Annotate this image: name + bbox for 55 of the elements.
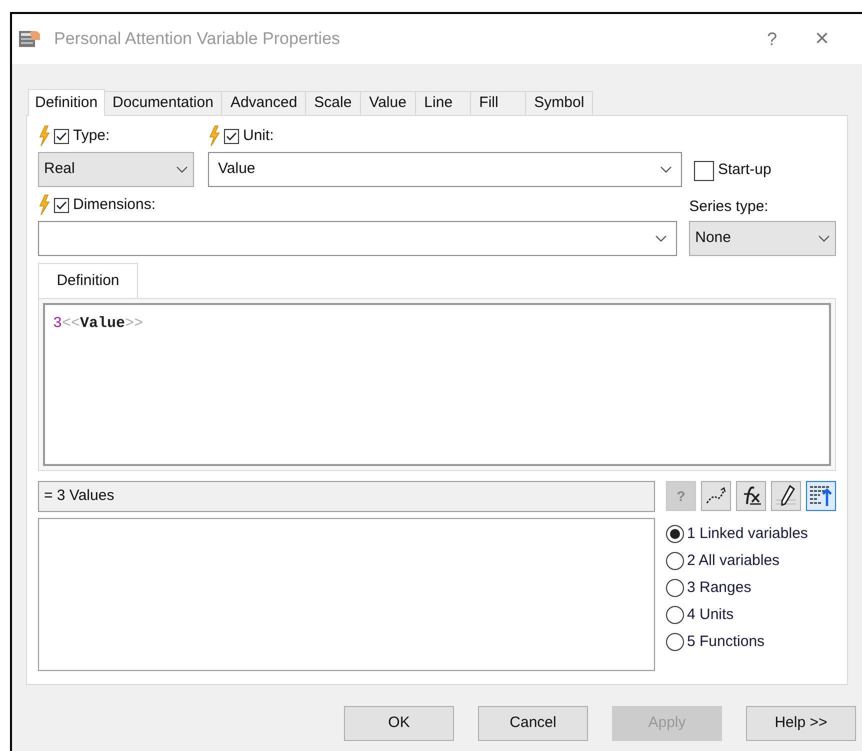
type-dropdown[interactable]: Real [38, 152, 194, 187]
result-field: = 3 Values [38, 481, 655, 512]
lightning-icon [38, 194, 50, 216]
code-editor[interactable]: 3<<Value>> [43, 303, 831, 466]
chevron-down-icon [176, 166, 188, 174]
checkbox[interactable] [224, 128, 239, 144]
tab[interactable]: Definition [28, 89, 105, 116]
unit-label: Unit: [243, 126, 274, 146]
help-icon: ? [676, 486, 686, 506]
pencil-button[interactable] [771, 481, 801, 511]
tab[interactable]: Documentation [104, 91, 222, 115]
tab[interactable]: Symbol [526, 91, 594, 115]
dimensions-dropdown[interactable] [38, 221, 678, 256]
chevron-down-icon [818, 234, 830, 242]
fx-button[interactable] [736, 481, 766, 511]
chevron-down-icon [660, 166, 672, 174]
series-type-label: Series type: [689, 196, 770, 216]
lightning-icon [38, 125, 50, 147]
tab[interactable]: Advanced [222, 91, 306, 115]
window-title: Personal Attention Variable Properties [54, 28, 340, 50]
close-button[interactable]: × [802, 21, 842, 57]
format-icon [808, 484, 834, 508]
dimensions-label: Dimensions: [73, 194, 156, 215]
format-button[interactable] [806, 481, 836, 511]
radio-button[interactable] [666, 633, 684, 651]
series-type-dropdown[interactable]: None [689, 221, 836, 256]
chevron-down-icon [655, 234, 668, 242]
dialog-button[interactable]: OK [344, 706, 454, 741]
pencil-icon [774, 484, 798, 508]
curve-icon [705, 486, 727, 506]
tab[interactable]: Value [361, 91, 416, 115]
tab[interactable]: Line [416, 91, 472, 115]
lightning-icon [208, 125, 220, 147]
tab[interactable]: Scale [306, 91, 362, 115]
tab[interactable]: Fill [471, 91, 526, 115]
dialog-button[interactable]: Help >> [746, 706, 856, 741]
unit-dropdown[interactable]: Value [208, 152, 682, 187]
radio-label[interactable]: 2 All variables [687, 550, 780, 572]
radio-label[interactable]: 5 Functions [687, 630, 765, 654]
radio-label[interactable]: 3 Ranges [687, 576, 752, 600]
help-button[interactable]: ? [752, 26, 792, 52]
radio-label[interactable]: 4 Units [687, 604, 734, 626]
radio-label[interactable]: 1 Linked variables [687, 522, 808, 546]
dialog-button[interactable]: Cancel [478, 706, 588, 741]
radio-button[interactable] [666, 525, 684, 543]
curve-button[interactable] [701, 481, 731, 511]
radio-button[interactable] [666, 606, 684, 624]
checkbox[interactable] [694, 161, 714, 181]
checkbox[interactable] [54, 128, 69, 144]
checkbox[interactable] [54, 198, 69, 212]
radio-button[interactable] [666, 552, 684, 570]
type-label: Type: [73, 126, 110, 146]
radio-button[interactable] [666, 579, 684, 597]
startup-label: Start-up [718, 160, 772, 180]
definition-tab[interactable]: Definition [38, 263, 138, 298]
